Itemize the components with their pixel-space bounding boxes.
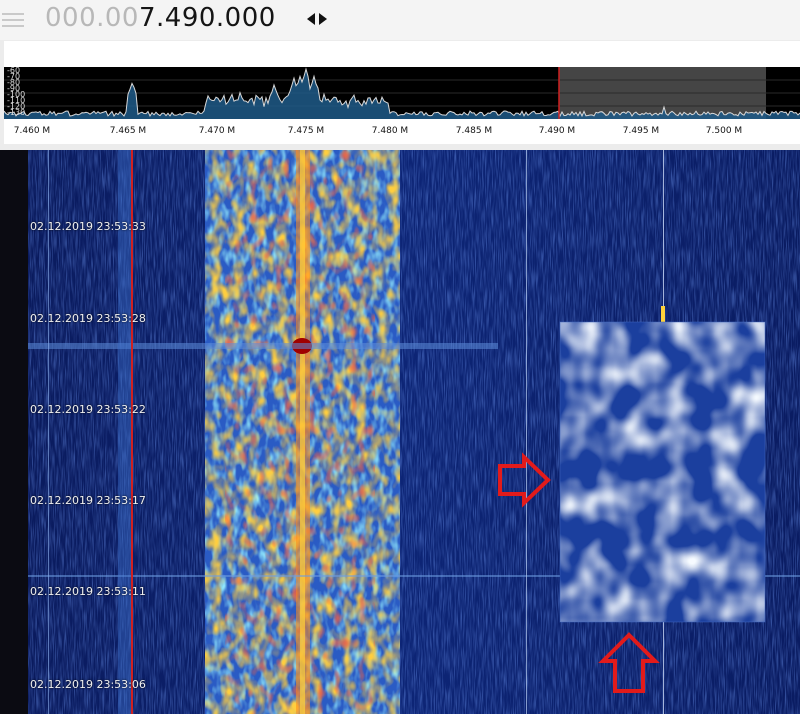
frequency-active-digits[interactable]: 7.490.000 [139, 3, 276, 33]
y-label: -130 [7, 108, 26, 117]
highlighted-signal-block[interactable] [559, 321, 766, 623]
x-tick-label: 7.495 M [622, 126, 660, 136]
spectrum-plot[interactable]: -60 -70 -80 -90 -100 -110 -120 -130 [3, 67, 800, 119]
x-tick-label: 7.475 M [287, 126, 325, 136]
x-tick-label: 7.500 M [705, 126, 743, 136]
signal-band [205, 150, 400, 714]
waterfall-display[interactable]: 02.12.2019 23:53:33 02.12.2019 23:53:28 … [0, 150, 800, 714]
toolbar-grip-icon[interactable] [2, 10, 24, 30]
frequency-toolbar: 000.007.490.000 [0, 0, 800, 40]
tuning-marker-line [131, 150, 133, 714]
x-tick-label: 7.485 M [455, 126, 493, 136]
timestamp-label: 02.12.2019 23:53:17 [30, 494, 146, 507]
frequency-dim-digits[interactable]: 000.00 [45, 3, 139, 33]
timestamp-label: 02.12.2019 23:53:11 [30, 585, 146, 598]
frequency-axis: 7.460 M 7.465 M 7.470 M 7.475 M 7.480 M … [4, 119, 800, 144]
timestamp-label: 02.12.2019 23:53:33 [30, 220, 146, 233]
x-tick-label: 7.465 M [109, 126, 147, 136]
frequency-display[interactable]: 000.007.490.000 [45, 2, 276, 34]
x-tick-label: 7.490 M [538, 126, 576, 136]
timestamp-label: 02.12.2019 23:53:28 [30, 312, 146, 325]
x-tick-label: 7.460 M [13, 126, 51, 136]
timestamp-label: 02.12.2019 23:53:22 [30, 403, 146, 416]
waterfall-image [0, 150, 800, 714]
x-tick-label: 7.480 M [371, 126, 409, 136]
spectrum-trace [3, 67, 800, 119]
x-tick-label: 7.470 M [198, 126, 236, 136]
waterfall-left-margin [0, 150, 28, 714]
left-right-arrows-icon[interactable] [306, 11, 328, 27]
timestamp-label: 02.12.2019 23:53:06 [30, 678, 146, 691]
spectrum-panel[interactable]: -60 -70 -80 -90 -100 -110 -120 -130 7.46… [3, 41, 800, 144]
